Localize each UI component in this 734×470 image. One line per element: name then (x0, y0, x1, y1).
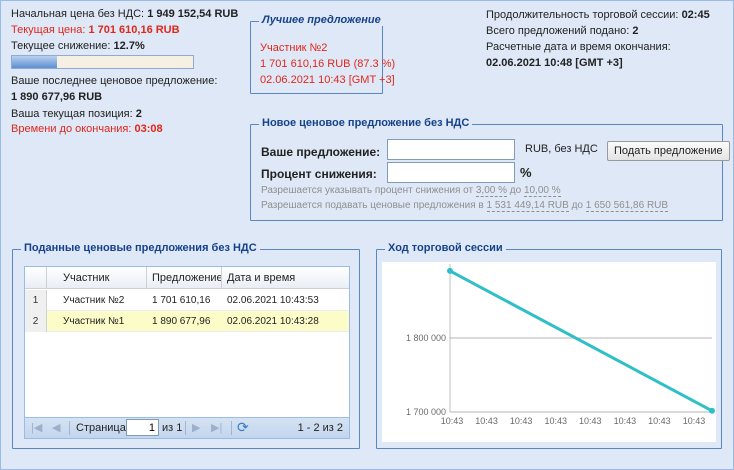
y-tick-label: 1 800 000 (406, 333, 446, 343)
offer-input[interactable] (387, 139, 515, 160)
column-participant[interactable]: Участник (47, 267, 147, 289)
x-tick-label: 10:43 (441, 416, 464, 426)
position-value: 2 (135, 108, 142, 120)
row-participant: Участник №1 (63, 316, 125, 327)
auction-window: Начальная цена без НДС: 1 949 152,54 RUB… (0, 0, 734, 470)
row-number: 1 (25, 290, 47, 311)
end-time-label: Расчетные дата и время окончания: (486, 41, 671, 53)
pager-of-label: из 1 (162, 422, 183, 434)
x-tick-label: 10:43 (683, 416, 706, 426)
start-price-value: 1 949 152,54 RUB (147, 8, 239, 20)
best-offer-participant: Участник №2 (260, 42, 328, 54)
offers-panel-title: Поданные ценовые предложения без НДС (21, 242, 260, 254)
current-price-value: 1 701 610,16 RUB (88, 24, 180, 36)
best-offer-title: Лучшее предложение (259, 14, 384, 26)
session-chart: 1 700 0001 800 00010:43 10:43 10:43 10:43 10… (382, 262, 716, 442)
column-datetime[interactable]: Дата и время (222, 267, 351, 289)
x-tick-label: 10:43 (475, 416, 498, 426)
decrease-progress-bar (11, 55, 194, 69)
last-page-icon[interactable]: ▶| (211, 421, 222, 434)
row-number: 2 (25, 311, 47, 332)
duration-value: 02:45 (681, 9, 710, 21)
percent-hint-max: 10,00 % (523, 185, 561, 197)
first-page-icon[interactable]: |◀ (31, 421, 42, 434)
time-left-label: Времени до окончания: (11, 123, 132, 135)
decrease-row: Текущее снижение: 12.7% (11, 40, 145, 52)
decrease-label: Текущее снижение: (11, 40, 111, 52)
percent-label: Процент снижения: (261, 167, 377, 181)
prev-page-icon[interactable]: ◀ (52, 421, 60, 434)
offer-hint-min: 1 531 449,14 RUB (486, 200, 569, 212)
total-offers-value: 2 (632, 25, 639, 37)
offer-hint-max: 1 650 561,86 RUB (585, 200, 669, 212)
position-label: Ваша текущая позиция: (11, 108, 133, 120)
last-offer-value: 1 890 677,96 RUB (11, 91, 103, 103)
grid-header: Участник Предложение Дата и время (25, 267, 349, 289)
data-point (447, 267, 453, 274)
current-price-label: Текущая цена: (11, 24, 86, 36)
percent-hint-min: 3,00 % (475, 185, 507, 197)
percent-range-hint: Разрешается указывать процент снижения о… (261, 185, 561, 197)
submit-offer-button[interactable]: Подать предложение (607, 141, 730, 161)
row-datetime: 02.06.2021 10:43:53 (227, 295, 319, 306)
grid-header-num (25, 267, 47, 289)
percent-unit: % (520, 165, 532, 180)
page-number-input[interactable] (126, 419, 159, 436)
best-offer-datetime: 02.06.2021 10:43 [GMT +3] (260, 74, 395, 86)
refresh-icon[interactable]: ⟳ (237, 419, 249, 436)
data-point (709, 407, 715, 414)
offer-unit: RUB, без НДС (525, 143, 598, 155)
offer-label: Ваше предложение: (261, 145, 381, 159)
current-price-row: Текущая цена: 1 701 610,16 RUB (11, 24, 180, 36)
time-left-value: 03:08 (134, 123, 163, 135)
new-offer-panel: Новое ценовое предложение без НДС Ваше п… (250, 117, 730, 221)
duration-label: Продолжительность торговой сессии: (486, 9, 679, 21)
x-tick-label: 10:43 (648, 416, 671, 426)
best-offer-amount: 1 701 610,16 RUB (87.3 %) (260, 58, 396, 70)
percent-input[interactable] (387, 162, 515, 183)
x-tick-label: 10:43 (614, 416, 637, 426)
start-price-label: Начальная цена без НДС: (11, 8, 145, 20)
last-offer-label: Ваше последнее ценовое предложение: (11, 75, 218, 87)
chart-panel: Ход торговой сессии 1 700 000 1 800 000 10… (376, 242, 722, 449)
row-offer: 1 701 610,16 (152, 295, 211, 306)
grid-pager: |◀ ◀ Страница из 1 ▶ ▶| ⟳ 1 - 2 из 2 (25, 417, 349, 438)
column-offer[interactable]: Предложение (147, 267, 222, 289)
next-page-icon[interactable]: ▶ (192, 421, 200, 434)
offer-hint-text: Разрешается подавать ценовые предложения… (261, 200, 484, 211)
x-tick-label: 10:43 (544, 416, 567, 426)
best-offer-panel: Лучшее предложение Участник №2 1 701 610… (250, 14, 395, 94)
row-offer: 1 890 677,96 (152, 316, 211, 327)
duration-row: Продолжительность торговой сессии: 02:45 (486, 9, 710, 21)
offers-grid: Участник Предложение Дата и время 1 Учас… (24, 266, 350, 439)
table-row[interactable]: 2 Участник №1 1 890 677,96 02.06.2021 10… (25, 311, 349, 332)
offers-panel: Поданные ценовые предложения без НДС Уча… (12, 242, 360, 449)
percent-hint-mid: до (509, 185, 522, 196)
new-offer-title: Новое ценовое предложение без НДС (259, 117, 473, 129)
chart-panel-title: Ход торговой сессии (385, 242, 506, 254)
x-tick-label: 10:43 (510, 416, 533, 426)
table-row[interactable]: 1 Участник №2 1 701 610,16 02.06.2021 10… (25, 290, 349, 311)
start-price-row: Начальная цена без НДС: 1 949 152,54 RUB (11, 8, 238, 20)
offer-hint-mid: до (571, 200, 583, 211)
time-left-row: Времени до окончания: 03:08 (11, 123, 163, 135)
pager-separator (231, 421, 232, 435)
decrease-value: 12.7% (113, 40, 145, 52)
row-datetime: 02.06.2021 10:43:28 (227, 316, 319, 327)
pager-separator (185, 421, 186, 435)
row-participant: Участник №2 (63, 295, 125, 306)
percent-hint-text: Разрешается указывать процент снижения о… (261, 185, 474, 196)
offer-range-hint: Разрешается подавать ценовые предложения… (261, 200, 669, 212)
end-time-value: 02.06.2021 10:48 [GMT +3] (486, 57, 623, 69)
pager-range: 1 - 2 из 2 (297, 422, 343, 434)
decrease-progress-fill (12, 56, 58, 68)
x-tick-label: 10:43 (579, 416, 602, 426)
total-offers-label: Всего предложений подано: (486, 25, 630, 37)
pager-page-label: Страница (76, 422, 126, 434)
position-row: Ваша текущая позиция: 2 (11, 108, 142, 120)
pager-separator (69, 421, 70, 435)
total-offers-row: Всего предложений подано: 2 (486, 25, 639, 37)
